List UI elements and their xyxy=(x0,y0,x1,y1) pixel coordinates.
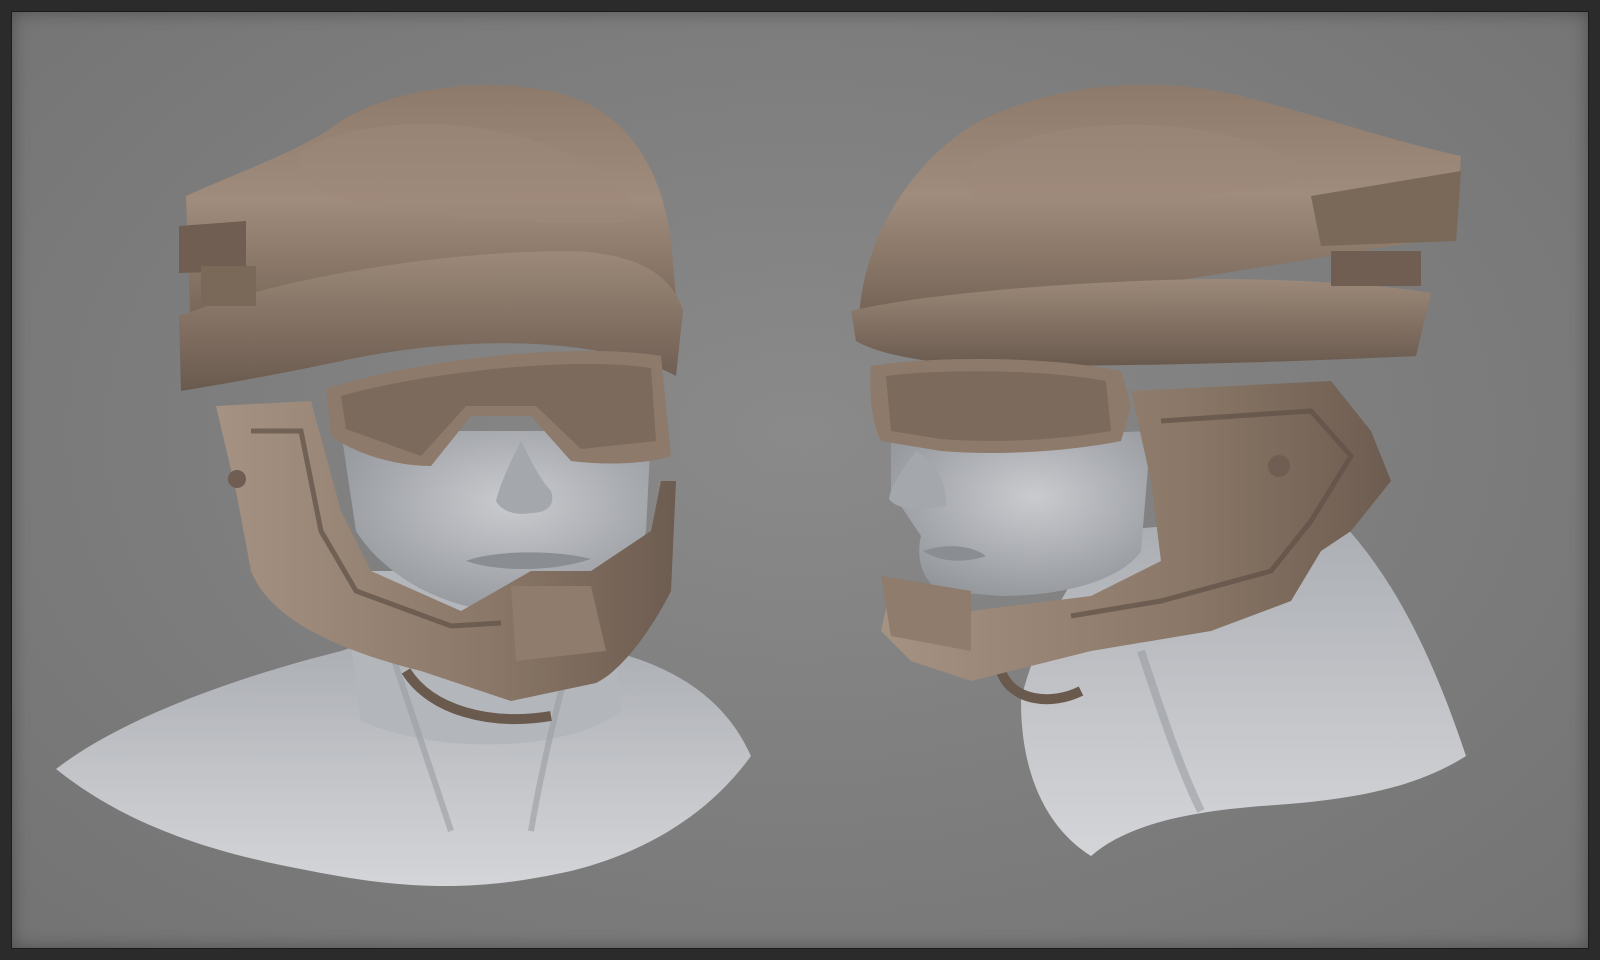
right-bust xyxy=(851,84,1466,856)
right-face xyxy=(891,431,1151,596)
image-frame xyxy=(0,0,1600,960)
left-bust xyxy=(56,85,751,886)
render-viewport xyxy=(11,11,1589,949)
sculpt-render xyxy=(56,84,1466,886)
